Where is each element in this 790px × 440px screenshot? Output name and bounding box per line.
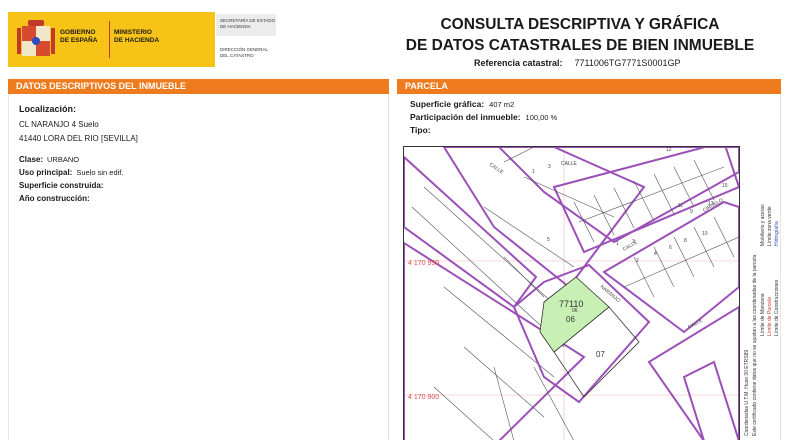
- parcel-07-label: 07: [596, 350, 605, 359]
- superficie-grafica-field: Superficie gráfica: 407 m2: [410, 99, 515, 109]
- block-right-2: [602, 200, 739, 334]
- direccion-text: DIRECCIÓN GENERAL DEL CATASTRO: [220, 47, 269, 58]
- block-upper-right: [497, 147, 739, 244]
- legend-limite-parcela: Límite de Parcela: [767, 297, 773, 336]
- superficie-construida-field: Superficie construida:: [19, 181, 104, 190]
- legend-note-certificate: Este certificado contiene datos que no s…: [752, 254, 758, 436]
- parcel-small-label: 06: [572, 308, 578, 314]
- section-header-parcela: PARCELA: [397, 79, 781, 94]
- ano-construccion-field: Año construcción:: [19, 194, 90, 203]
- street-calle-2: CALLE: [561, 161, 578, 167]
- legend-limite-construcciones: Límite de Construcciones: [774, 279, 780, 336]
- section-header-inmueble: DATOS DESCRIPTIVOS DEL INMUEBLE: [8, 79, 389, 94]
- map-legend: Coordenadas U.T.M. Huso 30 ETRS89 Este c…: [742, 146, 782, 440]
- gobierno-logo: GOBIERNO DE ESPAÑA MINISTERIO DE HACIEND…: [8, 12, 215, 67]
- cadastral-map[interactable]: 4 170 950 4 170 900 77110 06 06 07 CALLE…: [403, 146, 740, 440]
- legend-hidrografia: Hidrografía: [774, 221, 780, 246]
- street-calle-3: CALLE: [622, 239, 639, 252]
- house-num-2: 2: [636, 258, 639, 264]
- house-num-3: 3: [548, 164, 551, 170]
- house-num-6: 6: [669, 245, 672, 251]
- referencia-value: 7711006TG7771S0001GP: [574, 58, 681, 68]
- coat-of-arms-icon: [17, 20, 55, 56]
- house-num-8: 8: [684, 238, 687, 244]
- house-num-11: 11: [678, 203, 683, 209]
- house-num-13: 13: [708, 201, 714, 207]
- house-num-12: 12: [666, 147, 672, 153]
- house-num-15: 15: [722, 183, 728, 189]
- house-num-10: 10: [702, 231, 708, 237]
- house-num-5: 5: [547, 237, 550, 243]
- legend-limite-manzana: Límite de Manzana: [760, 293, 766, 336]
- cadastral-map-drawing: 4 170 950 4 170 900 77110 06 06 07 CALLE…: [404, 147, 739, 440]
- ministerio-text: MINISTERIO DE HACIENDA: [114, 29, 160, 44]
- secretaria-block: SECRETARÍA DE ESTADO DE HACIENDA DIRECCI…: [216, 12, 278, 67]
- address-line-1: CL NARANJO 4 Suelo: [19, 120, 99, 129]
- legend-zona-verde: Límite zona verde: [767, 206, 773, 246]
- logo-divider: [109, 21, 110, 58]
- participacion-field: Participación del inmueble: 100,00 %: [410, 112, 558, 122]
- legend-mobiliario: Mobiliario y aceras: [760, 204, 766, 246]
- house-num-9: 9: [690, 209, 693, 215]
- coord-label-900: 4 170 900: [408, 394, 439, 401]
- house-num-1: 1: [532, 169, 535, 175]
- tipo-field: Tipo:: [410, 125, 431, 135]
- page-title: CONSULTA DESCRIPTIVA Y GRÁFICA DE DATOS …: [405, 16, 755, 54]
- uso-principal-field: Uso principal: Suelo sin edif.: [19, 168, 124, 177]
- localizacion-label: Localización:: [19, 104, 77, 114]
- coord-label-950: 4 170 950: [408, 260, 439, 267]
- block-right-4: [682, 360, 739, 440]
- secretaria-text: SECRETARÍA DE ESTADO DE HACIENDA: [220, 18, 276, 29]
- parcel-06-label: 06: [566, 315, 575, 324]
- address-line-2: 41440 LORA DEL RIO [SEVILLA]: [19, 134, 138, 143]
- legend-note-coords: Coordenadas U.T.M. Huso 30 ETRS89: [744, 349, 750, 436]
- gobierno-text: GOBIERNO DE ESPAÑA: [60, 29, 98, 44]
- referencia-catastral: Referencia catastral: 7711006TG7771S0001G…: [474, 58, 681, 68]
- house-num-4: 4: [654, 251, 657, 257]
- clase-field: Clase: URBANO: [19, 155, 80, 164]
- house-num-3b: 3: [632, 239, 635, 245]
- street-calle-1: CALLE: [488, 162, 505, 176]
- house-num-1b: 1: [616, 241, 619, 247]
- panel-inmueble: [8, 94, 389, 440]
- block-right-1: [552, 147, 739, 254]
